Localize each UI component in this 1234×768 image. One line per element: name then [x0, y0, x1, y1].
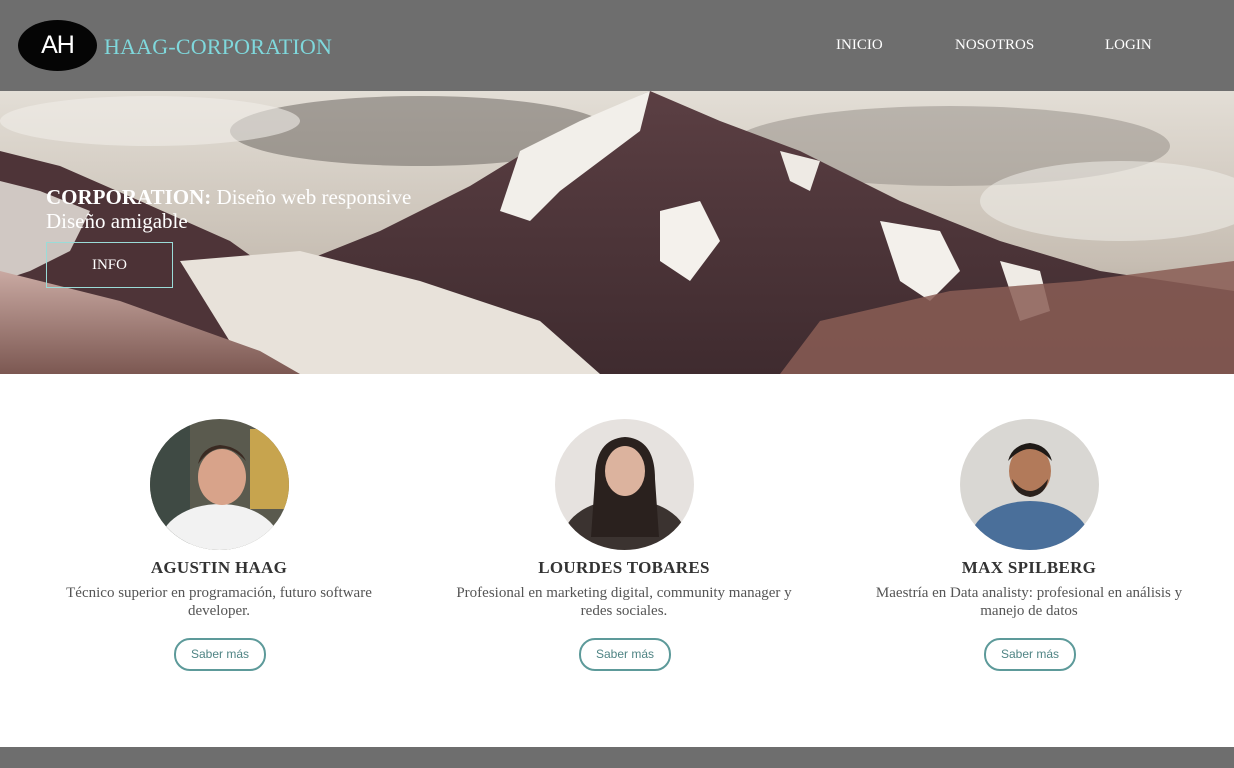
- top-header: AH HAAG-CORPORATION INICIO NOSOTROS LOGI…: [0, 0, 1234, 91]
- hero-title: CORPORATION: Diseño web responsive: [46, 185, 411, 209]
- member-description: Profesional en marketing digital, commun…: [456, 585, 792, 619]
- avatar: [554, 419, 694, 550]
- footer-bar: [0, 747, 1234, 768]
- avatar: [959, 419, 1099, 550]
- team-card-max: MAX SPILBERG Maestría en Data analisty: …: [859, 419, 1199, 671]
- hero-subtitle: Diseño amigable: [46, 209, 188, 233]
- hero-title-bold: CORPORATION:: [46, 185, 212, 209]
- team-card-agustin: AGUSTIN HAAG Técnico superior en program…: [49, 419, 389, 671]
- nav-nosotros[interactable]: NOSOTROS: [955, 36, 1034, 54]
- member-name: AGUSTIN HAAG: [150, 558, 288, 577]
- saber-mas-button[interactable]: Saber más: [579, 638, 671, 671]
- nav-login[interactable]: LOGIN: [1105, 36, 1152, 54]
- team-card-lourdes: LOURDES TOBARES Profesional en marketing…: [454, 419, 794, 671]
- member-description: Técnico superior en programación, futuro…: [66, 585, 372, 619]
- member-name: MAX SPILBERG: [961, 558, 1097, 577]
- info-button[interactable]: INFO: [46, 242, 173, 288]
- logo[interactable]: AH: [18, 20, 97, 71]
- avatar-photo: [149, 419, 289, 550]
- saber-mas-button[interactable]: Saber más: [174, 638, 266, 671]
- member-description: Maestría en Data analisty: profesional e…: [875, 585, 1183, 619]
- avatar-photo: [554, 419, 694, 550]
- hero-banner: CORPORATION: Diseño web responsive Diseñ…: [0, 91, 1234, 374]
- brand-name[interactable]: HAAG-CORPORATION: [104, 33, 332, 61]
- saber-mas-button[interactable]: Saber más: [984, 638, 1076, 671]
- nav-inicio[interactable]: INICIO: [836, 36, 883, 54]
- hero-title-rest: Diseño web responsive: [211, 185, 412, 209]
- avatar-photo: [959, 419, 1099, 550]
- member-name: LOURDES TOBARES: [538, 558, 710, 577]
- avatar: [149, 419, 289, 550]
